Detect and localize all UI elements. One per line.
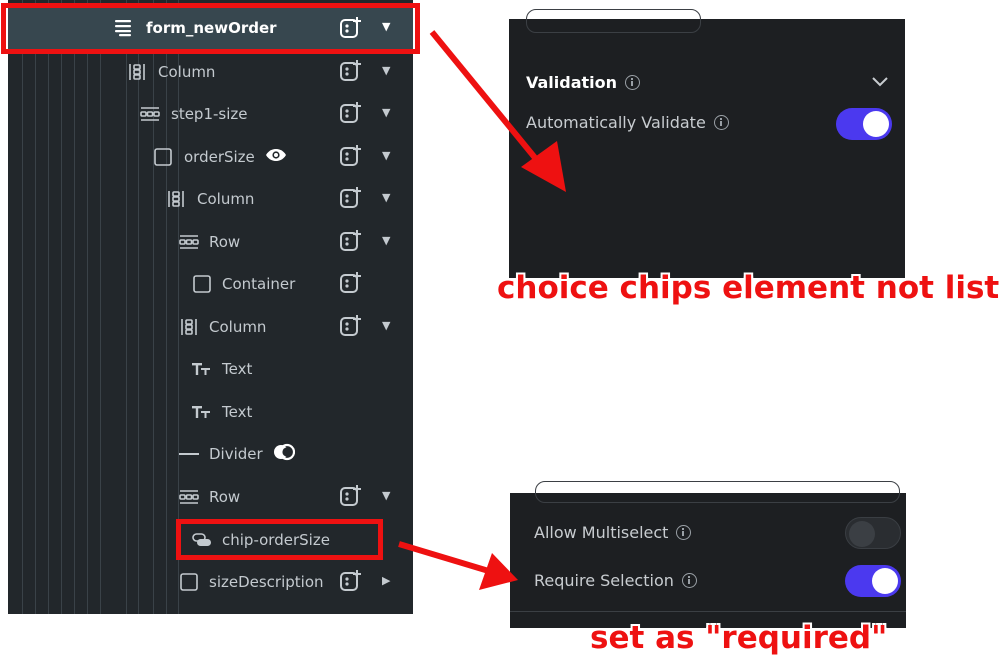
add-child-icon[interactable] — [339, 484, 363, 508]
tree-node-label: Text — [222, 359, 253, 378]
require-selection-row: Require Selection — [534, 571, 697, 590]
choice-chips-settings-panel: Allow Multiselect Require Selection — [510, 481, 906, 628]
chevron-down-icon[interactable] — [871, 73, 889, 92]
tree-node-label: Column — [209, 317, 267, 336]
annotation-required: set as "required" — [590, 620, 888, 656]
validation-header[interactable]: Validation — [526, 73, 641, 92]
highlight-form-node — [1, 3, 420, 54]
tree-node-step1-size[interactable]: step1-size ▼ — [8, 92, 413, 135]
info-icon[interactable] — [676, 525, 692, 540]
chevron-down-icon[interactable]: ▼ — [382, 319, 390, 332]
tree-node-label: Row — [209, 232, 241, 251]
require-selection-label: Require Selection — [534, 571, 674, 590]
allow-multiselect-row: Allow Multiselect — [534, 523, 692, 542]
column-icon — [178, 318, 200, 336]
auto-validate-label: Automatically Validate — [526, 113, 706, 132]
add-child-icon[interactable] — [339, 229, 363, 253]
tree-node-row[interactable]: Row ▼ — [8, 220, 413, 263]
tree-node-label: Divider — [209, 444, 263, 463]
tree-node-label: step1-size — [171, 104, 248, 123]
text-icon — [191, 360, 213, 378]
column-icon — [165, 190, 187, 208]
tree-node-column[interactable]: Column ▼ — [8, 305, 413, 348]
row-icon — [178, 233, 200, 251]
tree-node-ordersize[interactable]: orderSize ▼ — [8, 135, 413, 178]
chevron-down-icon[interactable]: ▼ — [382, 191, 390, 204]
add-child-icon[interactable] — [339, 569, 363, 593]
add-child-icon[interactable] — [339, 271, 363, 295]
info-icon[interactable] — [625, 75, 641, 90]
row-icon — [178, 488, 200, 506]
chevron-down-icon[interactable]: ▼ — [382, 149, 390, 162]
container-icon — [178, 572, 200, 591]
allow-multiselect-toggle[interactable] — [845, 517, 901, 549]
eye-icon[interactable] — [265, 148, 287, 166]
divider-icon — [178, 445, 200, 463]
tree-node-row[interactable]: Row ▼ — [8, 475, 413, 518]
container-icon — [152, 147, 174, 166]
chevron-down-icon[interactable]: ▼ — [382, 234, 390, 247]
chevron-down-icon[interactable]: ▼ — [382, 489, 390, 502]
add-child-icon[interactable] — [339, 144, 363, 168]
info-icon[interactable] — [713, 115, 729, 130]
auto-validate-row: Automatically Validate — [526, 113, 729, 132]
column-icon — [126, 63, 148, 81]
field-box — [535, 481, 900, 503]
annotation-not-listed: choice chips element not listed — [497, 270, 1000, 306]
validation-title: Validation — [526, 73, 618, 92]
auto-validate-toggle[interactable] — [836, 108, 892, 140]
tree-node-divider[interactable]: Divider — [8, 432, 413, 475]
text-icon — [191, 403, 213, 421]
add-child-icon[interactable] — [339, 186, 363, 210]
container-icon — [191, 274, 213, 293]
tree-node-label: Column — [197, 189, 255, 208]
tree-node-sizedescription[interactable]: sizeDescription ▶ — [8, 560, 413, 603]
tree-node-column[interactable]: Column ▼ — [8, 177, 413, 220]
field-box — [526, 9, 701, 33]
tree-node-label: Column — [158, 62, 216, 81]
divider — [510, 611, 906, 612]
component-icon[interactable] — [273, 441, 295, 467]
highlight-chip-node — [176, 519, 383, 560]
tree-node-label: Container — [222, 274, 296, 293]
tree-node-label: sizeDescription — [209, 572, 324, 591]
tree-node-column[interactable]: Column ▼ — [8, 50, 413, 93]
add-child-icon[interactable] — [339, 101, 363, 125]
tree-node-label: Text — [222, 402, 253, 421]
allow-multiselect-label: Allow Multiselect — [534, 523, 669, 542]
require-selection-toggle[interactable] — [845, 565, 901, 597]
add-child-icon[interactable] — [339, 314, 363, 338]
chevron-down-icon[interactable]: ▼ — [382, 64, 390, 77]
tree-node-container[interactable]: Container — [8, 262, 413, 305]
tree-node-text[interactable]: Text — [8, 390, 413, 433]
tree-node-text[interactable]: Text — [8, 347, 413, 390]
row-icon — [139, 105, 161, 123]
chevron-down-icon[interactable]: ▼ — [382, 106, 390, 119]
chevron-right-icon[interactable]: ▶ — [382, 574, 390, 587]
tree-node-label: Row — [209, 487, 241, 506]
info-icon[interactable] — [681, 573, 697, 588]
validation-panel: Validation Automatically Validate — [509, 9, 905, 278]
add-child-icon[interactable] — [339, 59, 363, 83]
tree-node-label: orderSize — [184, 147, 255, 166]
